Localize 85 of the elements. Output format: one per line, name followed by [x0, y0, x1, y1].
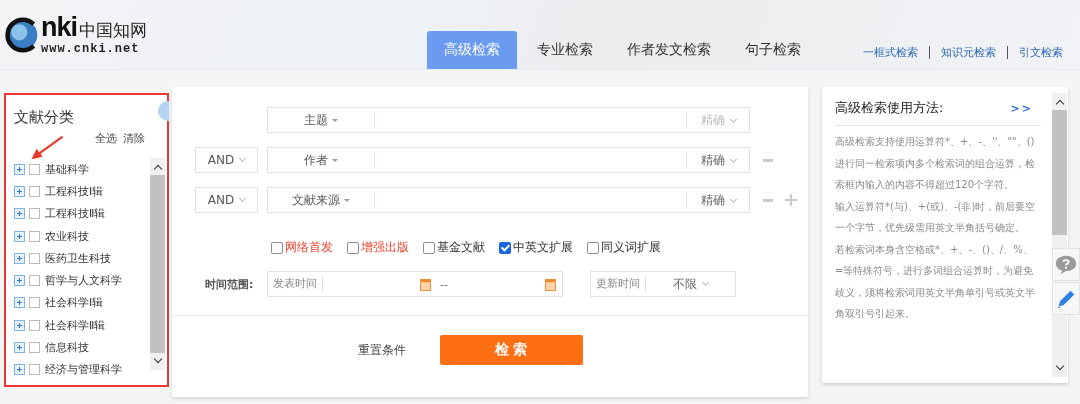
caret-down-icon: [332, 119, 338, 122]
expand-icon[interactable]: [14, 342, 25, 353]
globe-logo-icon: [4, 16, 40, 53]
search-tab[interactable]: 专业检索: [520, 31, 610, 69]
feedback-button[interactable]: [1052, 282, 1080, 315]
category-item[interactable]: 社会科学Ⅱ辑: [45, 317, 106, 333]
field-select[interactable]: 文献来源: [268, 192, 375, 208]
checkbox[interactable]: [271, 241, 283, 254]
calendar-icon[interactable]: [420, 277, 432, 291]
header-link[interactable]: 引文检索: [1007, 46, 1074, 59]
calendar-icon[interactable]: [545, 277, 556, 291]
expand-icon[interactable]: [14, 163, 25, 175]
help-paragraph: 高级检索支持使用运算符*、+、-、''、""、()进行同一检索项内多个检索词的组合运算，检索框内输入的内容不得超过120个字符。: [835, 135, 1036, 192]
checkbox[interactable]: [29, 163, 40, 175]
field-select[interactable]: 主题: [268, 112, 375, 128]
logic-select[interactable]: AND: [195, 187, 258, 213]
header-link[interactable]: 一框式检索: [852, 46, 929, 59]
search-tab[interactable]: 作者发文检索: [610, 31, 728, 69]
checkbox[interactable]: [347, 241, 359, 254]
caret-down-icon: [344, 199, 350, 202]
checkbox[interactable]: [423, 241, 435, 254]
expand-icon[interactable]: [14, 319, 25, 331]
category-item[interactable]: 哲学与人文科学: [45, 273, 122, 289]
caret-down-icon: [332, 159, 338, 162]
category-item[interactable]: 医药卫生科技: [45, 250, 111, 266]
expand-icon[interactable]: [14, 230, 25, 242]
category-item[interactable]: 信息科技: [45, 340, 89, 355]
category-item[interactable]: 经济与管理科学: [45, 362, 122, 378]
logo-text: nki: [41, 14, 77, 40]
category-item[interactable]: 工程科技Ⅰ辑: [45, 183, 104, 199]
expand-icon[interactable]: [14, 297, 25, 309]
search-tab[interactable]: 句子检索: [728, 31, 818, 69]
category-item[interactable]: 工程科技Ⅱ辑: [45, 206, 106, 222]
help-paragraph: 输入运算符*(与)、+(或)、-(非)时，前后要空一个字节，优先级需用英文半角括号确定。: [835, 199, 1037, 235]
select-all-link[interactable]: 全选: [95, 131, 117, 146]
category-item[interactable]: 社会科学Ⅰ辑: [45, 295, 104, 311]
expand-icon[interactable]: [14, 364, 25, 376]
more-link[interactable]: >>: [1010, 101, 1033, 115]
expand-icon[interactable]: [14, 185, 25, 197]
date-separator: --: [440, 277, 448, 291]
clear-link[interactable]: 清除: [123, 131, 145, 146]
time-range-label: 时间范围:: [204, 276, 255, 292]
match-select[interactable]: 精确: [686, 152, 749, 168]
remove-row-icon[interactable]: [763, 158, 773, 162]
logo-chinese-text: 中国知网: [79, 19, 147, 42]
category-item[interactable]: 基础科学: [45, 161, 89, 177]
help-title: 高级检索使用方法:: [835, 99, 944, 117]
checkbox[interactable]: [29, 275, 40, 287]
option-label[interactable]: 中英文扩展: [513, 239, 573, 256]
checkbox[interactable]: [29, 185, 40, 197]
checkbox[interactable]: [29, 230, 40, 242]
publish-date-field[interactable]: 发表时间 --: [267, 271, 563, 297]
question-bubble-icon: [1055, 253, 1077, 276]
search-input-field[interactable]: 文献来源 精确: [267, 187, 750, 213]
option-label[interactable]: 增强出版: [361, 239, 409, 256]
checkbox[interactable]: [29, 297, 40, 309]
checkbox[interactable]: [29, 208, 40, 220]
search-input-field[interactable]: 主题 精确: [267, 107, 750, 133]
logo-url: www.cnki.net: [41, 43, 141, 55]
scrollbar[interactable]: [150, 158, 165, 370]
update-time-select[interactable]: 更新时间 不限: [590, 271, 736, 297]
panel-title: 文献分类: [14, 107, 74, 127]
checkbox[interactable]: [29, 364, 40, 376]
expand-icon[interactable]: [14, 252, 25, 264]
checkbox[interactable]: [29, 319, 40, 331]
help-button[interactable]: [1052, 248, 1080, 281]
option-label[interactable]: 网络首发: [285, 239, 333, 256]
help-paragraph: 若检索词本身含空格或*、+、-、()、/、%、=等特殊符号，进行多词组合运算时，为避免歧义，须将检索词用英文半角单引号或英文半角双引号引起来。: [835, 242, 1036, 321]
expand-icon[interactable]: [14, 275, 25, 287]
logic-select[interactable]: AND: [195, 147, 258, 173]
option-label[interactable]: 基金文献: [437, 239, 485, 256]
match-select[interactable]: 精确: [686, 192, 749, 208]
checkbox[interactable]: [29, 342, 40, 353]
reset-button[interactable]: 重置条件: [357, 341, 406, 359]
checkbox[interactable]: [587, 241, 599, 254]
category-item[interactable]: 农业科技: [45, 228, 89, 244]
field-select[interactable]: 作者: [268, 152, 375, 168]
checkbox[interactable]: [499, 241, 511, 254]
header-link[interactable]: 知识元检索: [929, 46, 1007, 59]
remove-row-icon[interactable]: [763, 198, 773, 202]
add-row-icon[interactable]: [785, 194, 797, 206]
expand-icon[interactable]: [14, 208, 25, 220]
option-label[interactable]: 同义词扩展: [601, 239, 661, 256]
checkbox[interactable]: [29, 252, 40, 264]
search-input-field[interactable]: 作者 精确: [267, 147, 750, 173]
